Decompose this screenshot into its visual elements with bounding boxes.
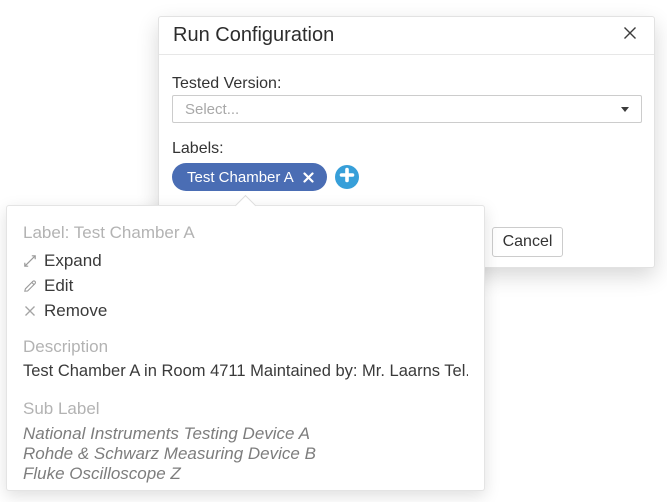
add-label-button[interactable] xyxy=(335,165,359,189)
dialog-header: Run Configuration xyxy=(159,17,654,55)
sub-label-list: National Instruments Testing Device A Ro… xyxy=(23,424,468,484)
menu-item-edit[interactable]: Edit xyxy=(23,273,468,298)
dialog-body: Tested Version: Select... Labels: Test C… xyxy=(159,55,654,191)
sub-label-item: Fluke Oscilloscope Z xyxy=(23,464,468,484)
description-header: Description xyxy=(23,337,468,357)
sub-label-header: Sub Label xyxy=(23,399,468,419)
tag-text: Test Chamber A xyxy=(187,169,294,186)
cancel-button[interactable]: Cancel xyxy=(492,227,563,257)
expand-icon xyxy=(23,254,37,268)
plus-icon xyxy=(339,167,355,188)
popup-menu: Expand Edit Remove xyxy=(23,248,468,323)
menu-item-label: Expand xyxy=(44,251,102,271)
menu-item-label: Edit xyxy=(44,276,73,296)
dialog-title: Run Configuration xyxy=(173,24,621,47)
labels-label: Labels: xyxy=(172,139,642,158)
sub-label-item: Rohde & Schwarz Measuring Device B xyxy=(23,444,468,464)
description-text: Test Chamber A in Room 4711 Maintained b… xyxy=(23,361,468,381)
sub-label-item: National Instruments Testing Device A xyxy=(23,424,468,444)
label-tag-test-chamber-a[interactable]: Test Chamber A xyxy=(172,163,327,191)
menu-item-expand[interactable]: Expand xyxy=(23,248,468,273)
close-icon xyxy=(623,26,637,45)
close-button[interactable] xyxy=(621,27,639,45)
menu-item-remove[interactable]: Remove xyxy=(23,298,468,323)
menu-item-label: Remove xyxy=(44,301,107,321)
cancel-button-label: Cancel xyxy=(503,233,553,251)
chevron-down-icon xyxy=(621,107,629,112)
remove-tag-icon[interactable] xyxy=(303,172,314,183)
popup-header: Label: Test Chamber A xyxy=(23,223,468,243)
label-context-popup: Label: Test Chamber A Expand Edit Remove… xyxy=(6,205,485,491)
select-placeholder: Select... xyxy=(185,101,239,118)
remove-icon xyxy=(23,304,37,318)
edit-icon xyxy=(23,279,37,293)
tested-version-select[interactable]: Select... xyxy=(172,95,642,123)
tested-version-label: Tested Version: xyxy=(172,74,642,93)
labels-tag-row: Test Chamber A xyxy=(172,163,642,191)
